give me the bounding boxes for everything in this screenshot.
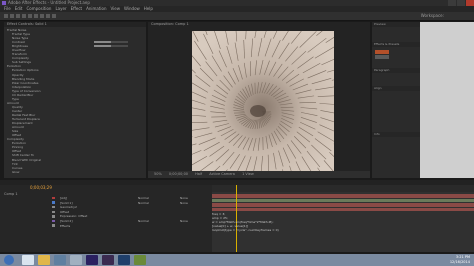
composition-footer: 50% 0;00;00;00 Half Active Camera 1 View: [148, 171, 370, 178]
layer-parent[interactable]: None: [180, 219, 188, 223]
layer-color-label[interactable]: [52, 215, 55, 218]
app-taskbar-icon-2[interactable]: [134, 255, 146, 265]
layer-name: Effects: [60, 223, 71, 228]
layer-mode[interactable]: Normal: [138, 201, 149, 205]
selection-tool-icon[interactable]: [4, 14, 8, 18]
layer-name: [Solid 2]: [60, 219, 73, 223]
text-tool-icon[interactable]: [52, 14, 56, 18]
layer-name: [Solid 1]: [60, 200, 73, 205]
layer-row[interactable]: Effects: [0, 224, 212, 228]
layer-parent[interactable]: None: [180, 201, 188, 205]
windows-taskbar: 3:21 PM 12/16/2014: [0, 254, 474, 266]
effect-row[interactable]: Glow: [4, 170, 146, 174]
layer-bar[interactable]: [212, 203, 474, 207]
hand-tool-icon[interactable]: [10, 14, 14, 18]
paragraph-tab[interactable]: Paragraph: [372, 68, 420, 73]
layer-row[interactable]: [Solid 1] Normal None: [0, 201, 212, 205]
layer-bar[interactable]: [212, 194, 474, 198]
effect-slider[interactable]: [94, 41, 128, 44]
align-tab[interactable]: Align: [372, 86, 420, 91]
after-effects-window: Adobe After Effects - Untitled Project.a…: [0, 0, 474, 266]
layer-mode[interactable]: Normal: [138, 219, 149, 223]
layer-color-label[interactable]: [52, 205, 55, 209]
layer-name: Expression: Offset: [60, 214, 88, 219]
layer-mode[interactable]: Normal: [138, 196, 149, 200]
media-taskbar-icon[interactable]: [54, 255, 66, 265]
layer-row[interactable]: Geometry2: [0, 205, 212, 209]
effect-rows: Fractal Noise Fractal Type Noise Type Contr…: [4, 28, 146, 174]
layer-row[interactable]: [Solid 2] Normal None: [0, 219, 212, 223]
workspace-label[interactable]: Workspace:: [421, 13, 444, 18]
app-icon: [2, 1, 6, 5]
camera-tool-icon[interactable]: [28, 14, 32, 18]
ie-taskbar-icon[interactable]: [22, 255, 34, 265]
effect-row-label: Glow: [12, 169, 20, 174]
layer-row[interactable]: [Adj] Normal None: [0, 196, 212, 200]
expression-editor[interactable]: freq = 3; amp = 25; w = amp*Math.sin(freq*…: [212, 212, 474, 252]
layer-color-label[interactable]: [52, 210, 55, 214]
tools-toolbar: Workspace:: [0, 12, 474, 21]
mask-tool-icon[interactable]: [40, 14, 44, 18]
desktop-background: [420, 22, 474, 178]
info-tab[interactable]: Info: [372, 132, 420, 137]
zoom-level[interactable]: 50%: [154, 172, 162, 176]
composition-viewer[interactable]: [192, 31, 334, 171]
layer-color-label[interactable]: [52, 201, 55, 204]
effect-controls-tab[interactable]: Effect Controls: Solid 1: [4, 22, 146, 27]
premiere-taskbar-icon[interactable]: [102, 255, 114, 265]
expression-line: loopOut(type = "cycle", numKeyframes = 0…: [212, 228, 279, 232]
preview-tab[interactable]: Preview: [372, 22, 420, 27]
resolution[interactable]: Half: [195, 172, 202, 176]
preset-swatch-gray[interactable]: [375, 55, 389, 59]
photoshop-taskbar-icon[interactable]: [118, 255, 130, 265]
spiral-render: [192, 31, 334, 171]
side-panels: Preview Effects & Presets Paragraph Alig…: [372, 22, 420, 178]
composition-panel: Composition: Comp 1 50% 0;00;00;00 Half …: [148, 22, 370, 178]
layer-color-label[interactable]: [52, 219, 55, 223]
layer-color-label[interactable]: [52, 224, 55, 227]
camera-view[interactable]: Active Camera: [209, 172, 235, 176]
layer-name: Offset: [60, 209, 70, 214]
zoom-tool-icon[interactable]: [16, 14, 20, 18]
view-layout[interactable]: 1 View: [242, 172, 254, 176]
timeline-timecode[interactable]: 0;00;03;29: [30, 185, 52, 191]
layer-row[interactable]: Offset: [0, 210, 212, 214]
taskbar-date: 12/16/2014: [449, 260, 470, 264]
rotate-tool-icon[interactable]: [22, 14, 26, 18]
effect-controls-panel: Effect Controls: Solid 1 Fractal Noise Fr…: [4, 22, 146, 178]
layer-parent[interactable]: None: [180, 196, 188, 200]
taskbar-clock[interactable]: 3:21 PM 12/16/2014: [450, 255, 470, 265]
preset-swatch-orange[interactable]: [375, 50, 389, 54]
pen-tool-icon[interactable]: [46, 14, 50, 18]
effects-presets-tab[interactable]: Effects & Presets: [372, 42, 420, 47]
time-ruler[interactable]: [212, 185, 474, 192]
layer-list: [Adj] Normal None [Solid 1] Normal None Geomet…: [0, 192, 212, 252]
layer-row[interactable]: Expression: Offset: [0, 214, 212, 218]
layer-name: [Adj]: [60, 196, 68, 200]
layer-name: Geometry2: [60, 205, 77, 210]
layer-bar[interactable]: [212, 198, 474, 202]
current-time[interactable]: 0;00;00;00: [169, 172, 188, 176]
after-effects-taskbar-icon[interactable]: [86, 255, 98, 265]
start-button[interactable]: [4, 255, 14, 265]
explorer-taskbar-icon[interactable]: [38, 255, 50, 265]
pan-behind-tool-icon[interactable]: [34, 14, 38, 18]
app-taskbar-icon[interactable]: [70, 255, 82, 265]
effect-slider[interactable]: [94, 45, 128, 48]
composition-tab[interactable]: Composition: Comp 1: [148, 22, 370, 27]
layer-bar[interactable]: [212, 207, 474, 211]
layer-color-label[interactable]: [52, 196, 55, 200]
